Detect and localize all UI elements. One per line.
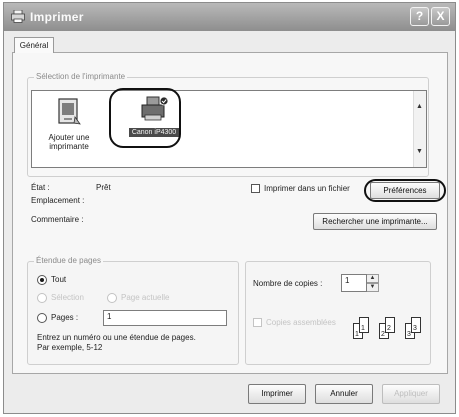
range-all-label: Tout [51,275,67,284]
range-pages-radio[interactable] [37,313,47,323]
collate-label: Copies assemblées [266,318,336,327]
comment-label: Commentaire : [31,215,84,224]
pages-hint-line1: Entrez un numéro ou une étendue de pages… [37,333,196,342]
printer-list[interactable]: Ajouter une imprimante Canon iP4300 ▲ ▼ [31,90,427,168]
print-to-file-checkbox[interactable] [251,184,260,193]
preferences-highlight-annotation [364,179,446,202]
window-title: Imprimer [30,10,84,24]
range-all-radio[interactable] [37,275,47,285]
tab-general[interactable]: Général [14,37,54,53]
add-printer-label-line1: Ajouter une [48,133,90,142]
scroll-down-icon[interactable]: ▼ [414,148,425,155]
range-current-page-radio[interactable] [107,293,117,303]
page-range-legend: Étendue de pages [34,256,103,265]
add-printer-label-line2: imprimante [49,142,89,151]
spin-down-icon[interactable]: ▼ [367,283,379,292]
help-button[interactable]: ? [410,7,429,26]
copies-group [245,261,431,365]
add-printer-label: Ajouter une imprimante [44,133,94,151]
scroll-up-icon[interactable]: ▲ [414,103,425,110]
close-button[interactable]: X [431,7,450,26]
printer-highlight-annotation [109,88,181,148]
copies-count-input[interactable]: 1 [341,274,367,292]
pages-hint-line2: Par exemple, 5-12 [37,343,103,352]
state-label: État : [31,183,50,192]
printer-app-icon [11,10,25,23]
title-bar[interactable]: Imprimer ? X [4,3,455,31]
collate-page-front: 1 [359,317,369,333]
location-label: Emplacement : [31,196,85,205]
apply-button[interactable]: Appliquer [382,384,440,404]
range-selection-radio[interactable] [37,293,47,303]
printer-selection-legend: Sélection de l'imprimante [34,72,128,81]
range-pages-label: Pages : [51,313,79,322]
print-to-file-label: Imprimer dans un fichier [264,184,350,193]
printer-list-scrollbar[interactable]: ▲ ▼ [413,91,426,167]
spin-up-icon[interactable]: ▲ [367,274,379,283]
print-button[interactable]: Imprimer [248,384,306,404]
collate-page-front: 2 [385,317,395,333]
general-tab-panel: Sélection de l'imprimante Ajouter une im… [12,52,448,374]
print-dialog: Imprimer ? X Général Sélection de l'impr… [3,2,456,414]
add-printer-icon [58,98,81,125]
copies-count-label: Nombre de copies : [253,279,323,288]
range-selection-label: Sélection [51,293,84,302]
pages-input[interactable]: 1 [103,310,227,326]
find-printer-button[interactable]: Rechercher une imprimante... [313,213,437,230]
collate-page-front: 3 [411,317,421,333]
cancel-button[interactable]: Annuler [315,384,373,404]
state-value: Prêt [96,183,111,192]
range-current-page-label: Page actuelle [121,293,170,302]
add-printer-item[interactable]: Ajouter une imprimante [44,97,94,151]
collate-checkbox[interactable] [253,318,262,327]
